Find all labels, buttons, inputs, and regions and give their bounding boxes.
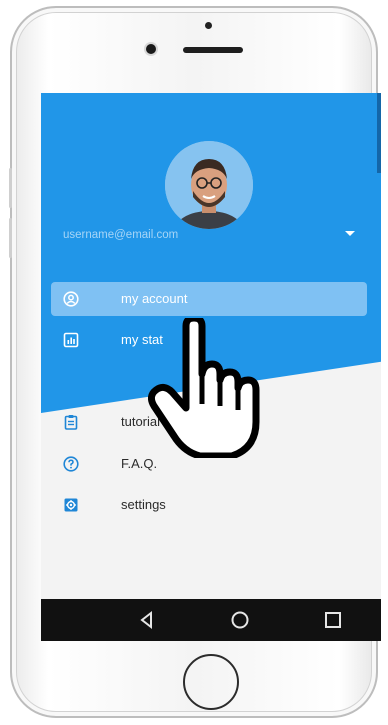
question-circle-icon [63,456,79,472]
recents-icon[interactable] [322,609,344,631]
chevron-down-icon[interactable] [345,231,355,236]
sensor-dot [205,22,212,29]
avatar[interactable] [165,141,253,229]
menu-item-label: my account [121,291,188,306]
menu-item-label: F.A.Q. [121,456,158,471]
earpiece-speaker [183,47,243,53]
account-email: username@email.com [63,229,179,241]
menu-item-label: settings [121,497,166,512]
hand-pointer-icon [148,318,260,458]
avatar-photo [165,141,253,229]
volume-down-button [9,218,12,258]
home-icon[interactable] [229,609,251,631]
volume-up-button [9,168,12,208]
gear-icon [64,498,78,512]
menu-item-my-account[interactable]: my account [51,282,367,316]
user-circle-icon [63,291,79,307]
front-camera [146,44,156,54]
back-icon[interactable] [136,609,158,631]
menu-item-settings[interactable]: settings [51,488,367,522]
android-navigation-bar [41,599,381,641]
bar-chart-icon [63,332,79,348]
scrollbar [377,93,381,173]
home-button[interactable] [183,654,239,710]
clipboard-icon [64,415,78,430]
